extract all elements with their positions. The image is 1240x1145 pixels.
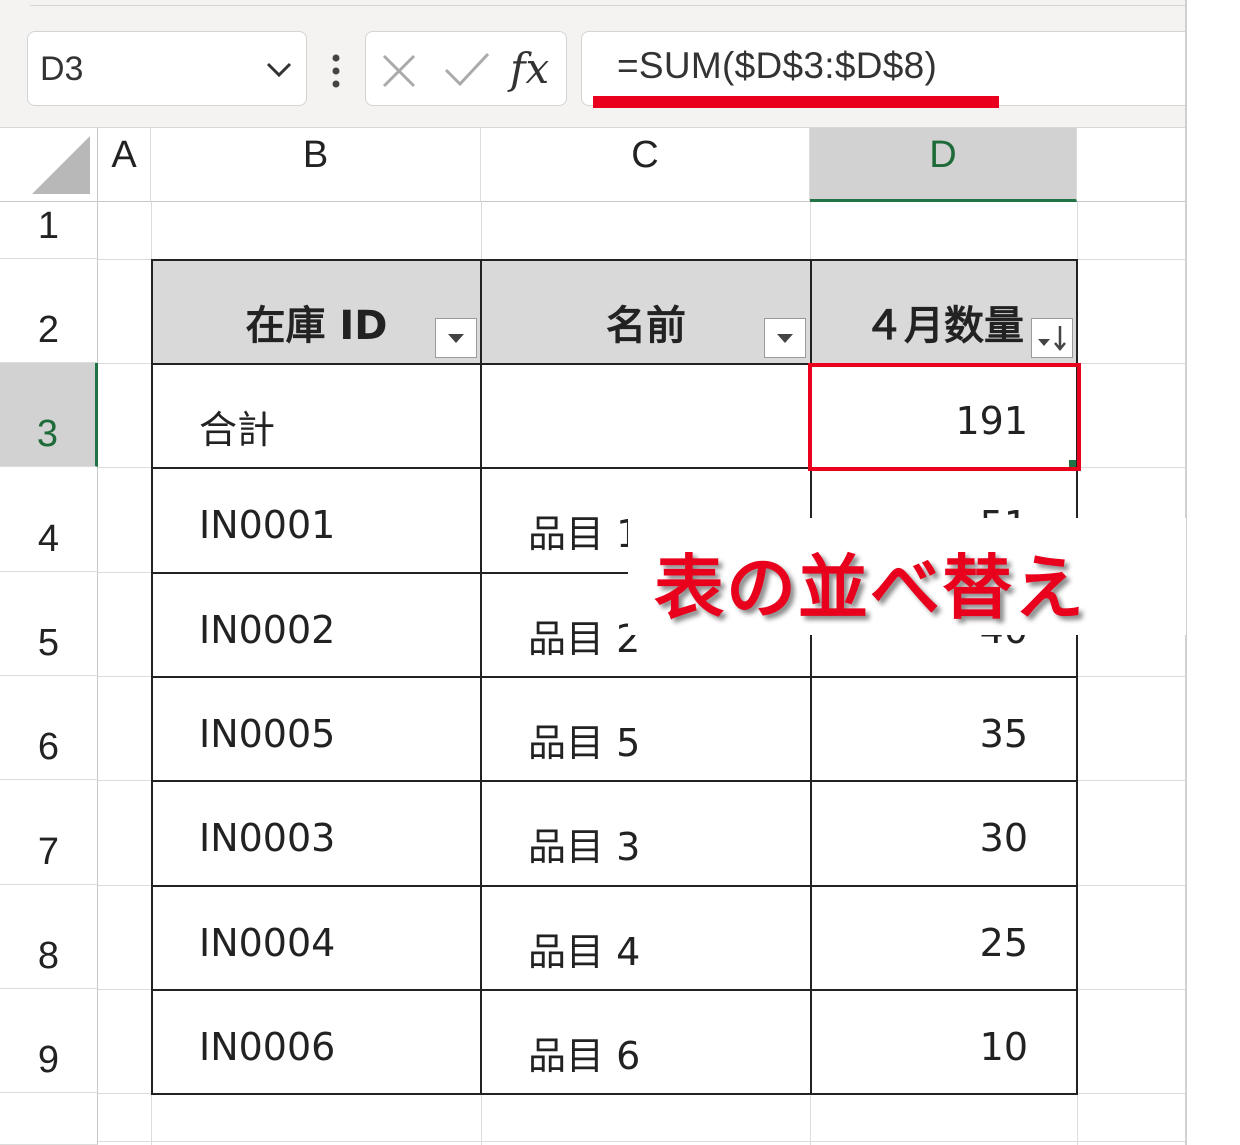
table-cell[interactable]: 品目 3 <box>480 780 812 887</box>
table-cell[interactable]: 35 <box>810 676 1078 782</box>
dropdown-arrow-icon <box>448 334 464 343</box>
row-header-7[interactable]: 7 <box>0 780 98 885</box>
row-number: 2 <box>37 309 60 351</box>
select-all-corner[interactable] <box>0 128 98 202</box>
insert-function-icon[interactable]: fx <box>510 44 549 93</box>
cell-name: 品目 5 <box>528 721 641 765</box>
row-header-6[interactable]: 6 <box>0 676 98 780</box>
cell-id: IN0002 <box>199 608 336 652</box>
row-header-2[interactable]: 2 <box>0 259 98 363</box>
row-number: 6 <box>37 726 60 768</box>
table-header-name[interactable]: 名前 <box>480 259 812 365</box>
gridline <box>98 1141 1186 1142</box>
sort-descending-icon <box>1038 326 1066 351</box>
cell-qty: 10 <box>979 1025 1028 1069</box>
formula-text[interactable]: =SUM($D$3:$D$8) <box>617 45 937 87</box>
row-header-10[interactable] <box>0 1093 98 1145</box>
table-cell[interactable]: 10 <box>810 989 1078 1095</box>
ribbon-edge <box>30 0 1186 6</box>
table-cell[interactable]: 品目 5 <box>480 676 812 782</box>
table-cell[interactable]: 品目 6 <box>480 989 812 1095</box>
table-cell[interactable]: IN0002 <box>151 572 482 678</box>
column-header-b[interactable]: B <box>151 128 481 202</box>
selected-cell-highlight <box>808 363 1081 471</box>
cell-name: 品目 3 <box>528 825 641 869</box>
table-cell[interactable]: 合計 <box>151 363 482 469</box>
cell-id: IN0001 <box>199 503 336 547</box>
row-header-1[interactable]: 1 <box>0 202 98 259</box>
name-box-value[interactable]: D3 <box>40 50 83 89</box>
column-header-e[interactable] <box>1077 128 1186 202</box>
total-label: 合計 <box>199 408 276 452</box>
more-options-icon[interactable] <box>326 52 346 90</box>
header-label: ４月数量 <box>864 303 1024 349</box>
column-header-a[interactable]: A <box>98 128 151 202</box>
cell-qty: 30 <box>979 816 1028 860</box>
table-cell[interactable]: IN0001 <box>151 467 482 574</box>
table-cell[interactable] <box>480 363 812 469</box>
close-icon[interactable] <box>380 52 418 90</box>
table-header-id[interactable]: 在庫 ID <box>151 259 482 365</box>
cell-id: IN0003 <box>199 816 336 860</box>
cell-id: IN0005 <box>199 712 336 756</box>
table-cell[interactable]: 30 <box>810 780 1078 887</box>
row-header-8[interactable]: 8 <box>0 885 98 989</box>
cell-id: IN0004 <box>199 921 336 965</box>
row-number: 3 <box>36 413 59 455</box>
cell-qty: 35 <box>979 712 1028 756</box>
annotation-label: 表の並べ替え <box>654 547 1086 629</box>
column-header-d[interactable]: D <box>810 128 1077 202</box>
row-number: 7 <box>37 831 60 873</box>
table-cell[interactable]: IN0004 <box>151 885 482 991</box>
checkmark-icon[interactable] <box>443 50 491 90</box>
filter-dropdown-button[interactable] <box>435 318 477 358</box>
row-number: 9 <box>37 1039 60 1081</box>
row-header-3[interactable]: 3 <box>0 363 98 467</box>
chevron-down-icon[interactable] <box>262 56 296 84</box>
row-header-4[interactable]: 4 <box>0 467 98 572</box>
cell-qty: 25 <box>979 921 1028 965</box>
header-label: 名前 <box>606 303 686 349</box>
header-label: 在庫 ID <box>245 303 388 349</box>
row-number: 8 <box>37 935 60 977</box>
row-header-5[interactable]: 5 <box>0 572 98 676</box>
cell-name: 品目 2 <box>528 617 641 661</box>
row-number: 4 <box>37 518 60 560</box>
formula-highlight-underline <box>593 96 999 108</box>
sort-descending-button[interactable] <box>1031 318 1073 358</box>
table-cell[interactable]: 品目 4 <box>480 885 812 991</box>
table-cell[interactable]: IN0005 <box>151 676 482 782</box>
filter-dropdown-button[interactable] <box>764 318 806 358</box>
column-header-c[interactable]: C <box>481 128 810 202</box>
fill-handle[interactable] <box>1069 460 1076 467</box>
cell-name: 品目 6 <box>528 1034 641 1078</box>
dropdown-arrow-icon <box>777 334 793 343</box>
row-number: 1 <box>37 205 60 247</box>
table-cell[interactable]: 25 <box>810 885 1078 991</box>
table-cell[interactable]: IN0003 <box>151 780 482 887</box>
cell-name: 品目 1 <box>528 512 641 556</box>
cell-name: 品目 4 <box>528 930 641 974</box>
cell-id: IN0006 <box>199 1025 336 1069</box>
table-cell[interactable]: IN0006 <box>151 989 482 1095</box>
row-header-9[interactable]: 9 <box>0 989 98 1093</box>
row-number: 5 <box>37 622 60 664</box>
